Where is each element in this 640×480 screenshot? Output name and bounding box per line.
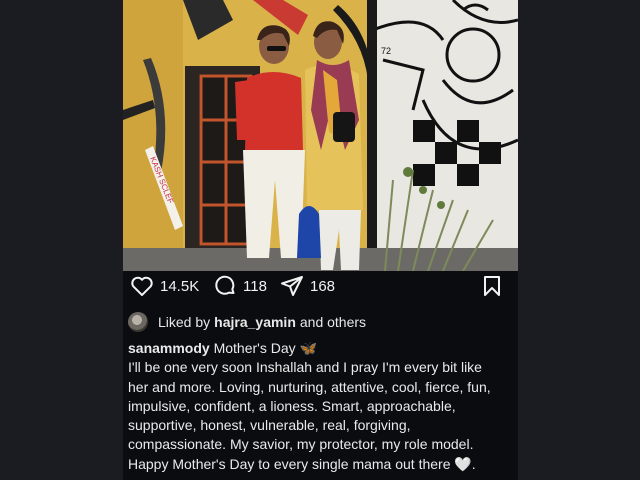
comment-button[interactable]: 118 — [213, 274, 267, 298]
shares-count: 168 — [310, 277, 336, 295]
caption-line: I'll be one very soon Inshallah and I pr… — [128, 359, 482, 376]
post-photo[interactable]: KASH SCLEF 72 — [123, 0, 518, 271]
like-button[interactable]: 14.5K — [130, 274, 199, 298]
caption-first-line: sanammody Mother's Day 🦋 — [128, 339, 514, 358]
liked-by-row: Liked by hajra_yamin and others — [128, 311, 513, 333]
caption-line: compassionate. My savior, my protector, … — [128, 436, 474, 453]
comments-count: 118 — [243, 277, 267, 295]
instagram-post: KASH SCLEF 72 14.5K 118 168 Liked by haj… — [123, 0, 518, 480]
heart-icon — [131, 276, 153, 296]
liked-by-prefix: Liked by — [158, 314, 211, 330]
share-send-icon — [281, 276, 303, 296]
post-caption: sanammody Mother's Day 🦋 I'll be one ver… — [128, 339, 514, 474]
caption-line: her and more. Loving, nurturing, attenti… — [128, 378, 491, 395]
likes-count: 14.5K — [160, 277, 200, 295]
liked-by-username[interactable]: hajra_yamin — [214, 314, 296, 330]
avatar[interactable] — [128, 312, 148, 332]
caption-username[interactable]: sanammody — [128, 340, 210, 356]
save-button[interactable] — [480, 274, 504, 298]
caption-line: supportive, honest, vulnerable, real, fo… — [128, 417, 411, 434]
mural-text: 72 — [381, 46, 391, 56]
comment-bubble-icon — [215, 275, 235, 295]
caption-line: Happy Mother's Day to every single mama … — [128, 455, 476, 472]
liked-by-suffix[interactable]: and others — [300, 314, 366, 330]
bookmark-icon — [484, 276, 500, 296]
share-button[interactable]: 168 — [280, 274, 335, 298]
post-actions-bar: 14.5K 118 168 — [123, 271, 518, 303]
caption-line: impulsive, confident, a lioness. Smart, … — [128, 397, 456, 414]
caption-title: Mother's Day 🦋 — [213, 340, 317, 356]
post-photo-illustration: KASH SCLEF 72 — [123, 0, 518, 271]
